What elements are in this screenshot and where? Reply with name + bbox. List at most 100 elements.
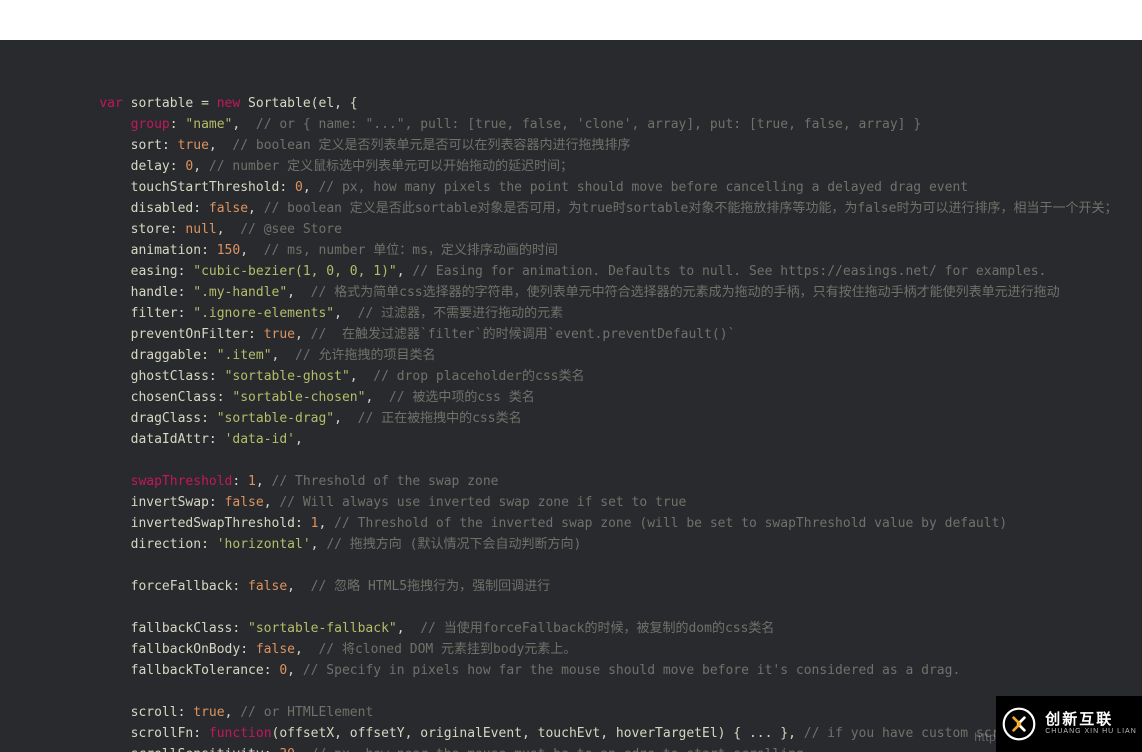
comment: // 允许拖拽的项目类名 — [295, 348, 435, 363]
string-literal: "cubic-bezier(1, 0, 0, 1)" — [193, 264, 397, 279]
comment: // Threshold of the inverted swap zone (… — [334, 516, 1007, 531]
string-literal: "sortable-fallback" — [248, 621, 397, 636]
comment: // 忽略 HTML5拖拽行为，强制回调进行 — [311, 579, 550, 594]
prop-name: sort — [131, 138, 162, 153]
boolean-literal: true — [178, 138, 209, 153]
comment: // px, how many pixels the point should … — [318, 180, 968, 195]
keyword-new: new — [217, 96, 240, 111]
prop-name: forceFallback — [131, 579, 233, 594]
comment: // 被选中项的css 类名 — [389, 390, 535, 405]
string-literal: "sortable-chosen" — [232, 390, 365, 405]
code-line: ghostClass: "sortable-ghost", // drop pl… — [68, 366, 1142, 387]
comment: // 当使用forceFallback的时候，被复制的dom的css类名 — [420, 621, 774, 636]
code-line: fallbackOnBody: false, // 将cloned DOM 元素… — [68, 639, 1142, 660]
prop-name: draggable — [131, 348, 201, 363]
code-line: swapThreshold: 1, // Threshold of the sw… — [68, 471, 1142, 492]
prop-name: store — [131, 222, 170, 237]
string-literal: 'data-id' — [225, 432, 295, 447]
comment: // 正在被拖拽中的css类名 — [358, 411, 522, 426]
boolean-literal: false — [256, 642, 295, 657]
window-top-blank — [0, 0, 1142, 40]
code-line: easing: "cubic-bezier(1, 0, 0, 1)", // E… — [68, 261, 1142, 282]
prop-name: invertedSwapThreshold — [131, 516, 295, 531]
comment: // boolean 定义是否此sortable对象是否可用，为true时sor… — [264, 201, 1118, 216]
code-line: sort: true, // boolean 定义是否列表单元是否可以在列表容器… — [68, 135, 1142, 156]
brand-badge: 创新互联 CHUANG XIN HU LIAN — [996, 696, 1142, 752]
comment: // Will always use inverted swap zone if… — [279, 495, 686, 510]
code-line: filter: ".ignore-elements", // 过滤器，不需要进行… — [68, 303, 1142, 324]
code-line: draggable: ".item", // 允许拖拽的项目类名 — [68, 345, 1142, 366]
prop-name: fallbackOnBody — [131, 642, 241, 657]
comment: // number 定义鼠标选中列表单元可以开始拖动的延迟时间； — [209, 159, 573, 174]
code-line: invertSwap: false, // Will always use in… — [68, 492, 1142, 513]
prop-name: easing — [131, 264, 178, 279]
comment: // 拖拽方向 (默认情况下会自动判断方向) — [326, 537, 581, 552]
comment: // 格式为简单css选择器的字符串，使列表单元中符合选择器的元素成为拖动的手柄… — [311, 285, 1060, 300]
prop-name: fallbackTolerance — [131, 663, 264, 678]
prop-name: touchStartThreshold — [131, 180, 280, 195]
comment: // @see Store — [240, 222, 342, 237]
null-literal: null — [185, 222, 216, 237]
code-line: fallbackClass: "sortable-fallback", // 当… — [68, 618, 1142, 639]
string-literal: "sortable-drag" — [217, 411, 334, 426]
code-line: delay: 0, // number 定义鼠标选中列表单元可以开始拖动的延迟时… — [68, 156, 1142, 177]
brand-name: 创新互联 — [1045, 712, 1137, 729]
prop-name: chosenClass — [131, 390, 217, 405]
keyword-var: var — [99, 96, 122, 111]
string-literal: ".ignore-elements" — [193, 306, 334, 321]
code-line: invertedSwapThreshold: 1, // Threshold o… — [68, 513, 1142, 534]
boolean-literal: false — [248, 579, 287, 594]
prop-name: ghostClass — [131, 369, 209, 384]
comment: // 在触发过滤器`filter`的时候调用`event.preventDefa… — [311, 327, 736, 342]
comment: // px, how near the mouse must be to an … — [311, 747, 812, 752]
code-line — [68, 450, 1142, 471]
number-literal: 1 — [248, 474, 256, 489]
string-literal: "sortable-ghost" — [225, 369, 350, 384]
comment: // Threshold of the swap zone — [272, 474, 499, 489]
string-literal: "name" — [185, 117, 232, 132]
comment: // 过滤器，不需要进行拖动的元素 — [358, 306, 563, 321]
prop-name: scroll — [131, 705, 178, 720]
prop-name: scrollSensitivity — [131, 747, 264, 752]
code-line: forceFallback: false, // 忽略 HTML5拖拽行为，强制… — [68, 576, 1142, 597]
code-line: direction: 'horizontal', // 拖拽方向 (默认情况下会… — [68, 534, 1142, 555]
comment: // drop placeholder的css类名 — [373, 369, 584, 384]
prop-name: filter — [131, 306, 178, 321]
boolean-literal: false — [225, 495, 264, 510]
number-literal: 0 — [295, 180, 303, 195]
code-line: disabled: false, // boolean 定义是否此sortabl… — [68, 198, 1142, 219]
code-line: touchStartThreshold: 0, // px, how many … — [68, 177, 1142, 198]
brand-icon — [1001, 706, 1037, 742]
prop-name: delay — [131, 159, 170, 174]
comment: // boolean 定义是否列表单元是否可以在列表容器内进行拖拽排序 — [232, 138, 630, 153]
prop-name: preventOnFilter — [131, 327, 248, 342]
number-literal: 150 — [217, 243, 240, 258]
string-literal: ".my-handle" — [193, 285, 287, 300]
prop-name: invertSwap — [131, 495, 209, 510]
prop-name: dragClass — [131, 411, 201, 426]
comment: // Specify in pixels how far the mouse s… — [303, 663, 960, 678]
code-line — [68, 681, 1142, 702]
comment: // ms, number 单位：ms，定义排序动画的时间 — [264, 243, 558, 258]
code-line: dataIdAttr: 'data-id', — [68, 429, 1142, 450]
comment: // or { name: "...", pull: [true, false,… — [256, 117, 921, 132]
code-line: var sortable = new Sortable(el, { — [68, 93, 1142, 114]
code-line: dragClass: "sortable-drag", // 正在被拖拽中的cs… — [68, 408, 1142, 429]
prop-name: direction — [131, 537, 201, 552]
code-line: store: null, // @see Store — [68, 219, 1142, 240]
ident-sortable: sortable — [131, 96, 194, 111]
boolean-literal: false — [209, 201, 248, 216]
string-literal: 'horizontal' — [217, 537, 311, 552]
code-line — [68, 597, 1142, 618]
code-line: scrollSensitivity: 30, // px, how near t… — [68, 744, 1142, 752]
code-line: scroll: true, // or HTMLElement — [68, 702, 1142, 723]
code-line: preventOnFilter: true, // 在触发过滤器`filter`… — [68, 324, 1142, 345]
code-line: group: "name", // or { name: "...", pull… — [68, 114, 1142, 135]
number-literal: 0 — [279, 663, 287, 678]
boolean-literal: true — [193, 705, 224, 720]
code-line: handle: ".my-handle", // 格式为简单css选择器的字符串… — [68, 282, 1142, 303]
keyword-function: function — [209, 726, 272, 741]
code-line: chosenClass: "sortable-chosen", // 被选中项的… — [68, 387, 1142, 408]
prop-name: disabled — [131, 201, 194, 216]
comment: // or HTMLElement — [240, 705, 373, 720]
